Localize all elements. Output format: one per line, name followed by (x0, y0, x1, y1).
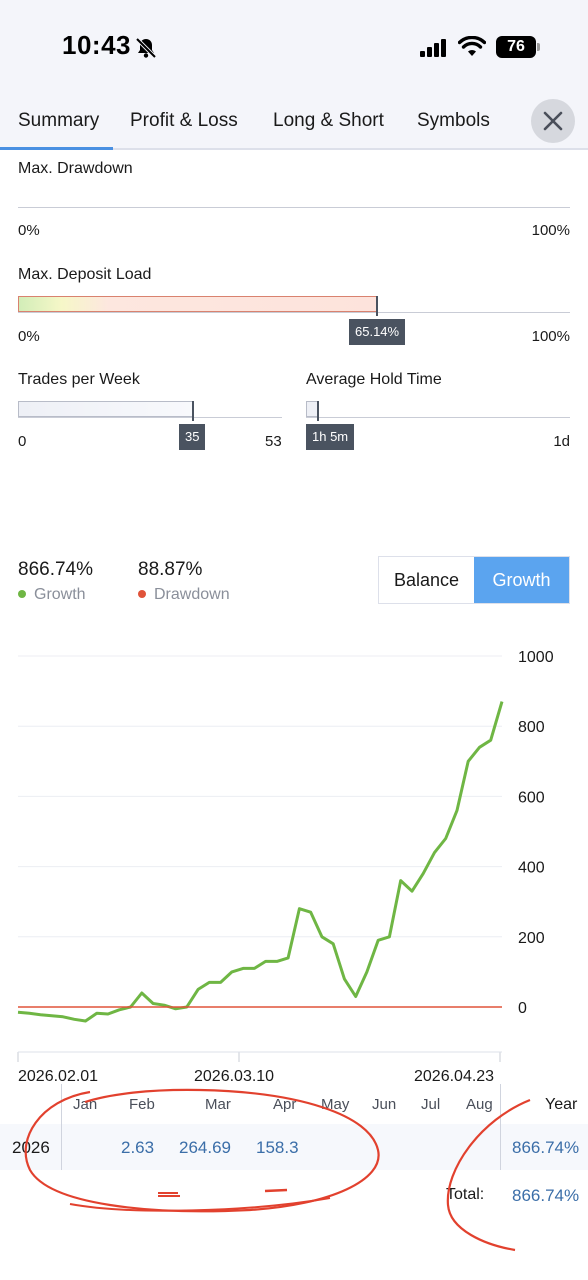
avg-hold-time-value-tag: 1h 5m (306, 424, 355, 450)
growth-dot-icon (18, 589, 26, 598)
active-tab-indicator (0, 147, 113, 150)
deposit-load-min: 0% (18, 328, 40, 345)
deposit-load-max: 100% (531, 328, 570, 345)
drawdown-value: 88.87% (138, 559, 203, 580)
circle-annotation-months (24, 1088, 380, 1213)
balance-button[interactable]: Balance (379, 557, 474, 603)
tab-bar: Summary Profit & Loss Long & Short Symbo… (0, 96, 588, 150)
trades-per-week-bar (18, 401, 193, 417)
drawdown-dot-icon (138, 589, 146, 598)
deposit-load-value-tag: 65.14% (349, 319, 406, 345)
deposit-load-bar (18, 296, 377, 312)
max-drawdown-label: Max. Drawdown (18, 160, 133, 177)
dash-annotation-1 (158, 1192, 180, 1197)
drawdown-legend-label: Drawdown (154, 586, 230, 603)
y-tick-label: 800 (518, 719, 545, 736)
growth-button[interactable]: Growth (474, 557, 569, 603)
bell-muted-icon (135, 37, 157, 59)
trades-per-week-marker (192, 401, 194, 421)
y-tick-label: 600 (518, 789, 545, 806)
close-button[interactable] (531, 99, 575, 143)
tab-long-short[interactable]: Long & Short (273, 110, 384, 132)
avg-hold-time-max: 1d (553, 433, 570, 450)
y-tick-label: 0 (518, 1000, 527, 1017)
signal-icon (420, 39, 446, 57)
handwritten-annotations (24, 1088, 531, 1252)
y-tick-label: 1000 (518, 649, 554, 666)
growth-legend-label: Growth (34, 586, 86, 603)
deposit-load-track (18, 312, 570, 313)
growth-legend: Growth (18, 586, 86, 604)
drawdown-legend: Drawdown (138, 586, 230, 604)
wifi-icon (458, 36, 486, 56)
growth-series-line (17, 701, 504, 1023)
max-deposit-load-label: Max. Deposit Load (18, 266, 152, 283)
trades-per-week-track (18, 417, 282, 418)
max-drawdown-max: 100% (531, 222, 570, 239)
chart-mode-toggle: Balance Growth (378, 556, 570, 604)
avg-hold-time-track (306, 417, 570, 418)
max-drawdown-track (18, 207, 570, 208)
y-tick-label: 200 (518, 930, 545, 947)
status-bar: 10:43 76 (0, 0, 588, 96)
tab-symbols[interactable]: Symbols (417, 110, 490, 132)
tab-summary[interactable]: Summary (18, 110, 99, 132)
battery-indicator: 76 (496, 36, 536, 58)
battery-cap (537, 43, 540, 51)
growth-chart: 100080060040020002026.02.01 2026.03.10 202… (17, 649, 554, 1085)
trades-per-week-min: 0 (18, 433, 27, 450)
max-drawdown-min: 0% (18, 222, 40, 239)
trades-per-week-value-tag: 35 (179, 424, 206, 450)
growth-value: 866.74% (18, 559, 94, 580)
arc-annotation-total (446, 1098, 531, 1252)
deposit-load-marker (376, 296, 378, 316)
status-time: 10:43 (62, 30, 131, 60)
y-tick-label: 400 (518, 860, 545, 877)
dash-annotation-2 (264, 1188, 288, 1193)
trades-per-week-max: 53 (265, 433, 282, 450)
close-icon (543, 111, 563, 131)
avg-hold-time-label: Average Hold Time (306, 371, 442, 388)
avg-hold-time-marker (317, 401, 319, 421)
tab-profit-loss[interactable]: Profit & Loss (130, 110, 238, 132)
trades-per-week-label: Trades per Week (18, 371, 140, 388)
